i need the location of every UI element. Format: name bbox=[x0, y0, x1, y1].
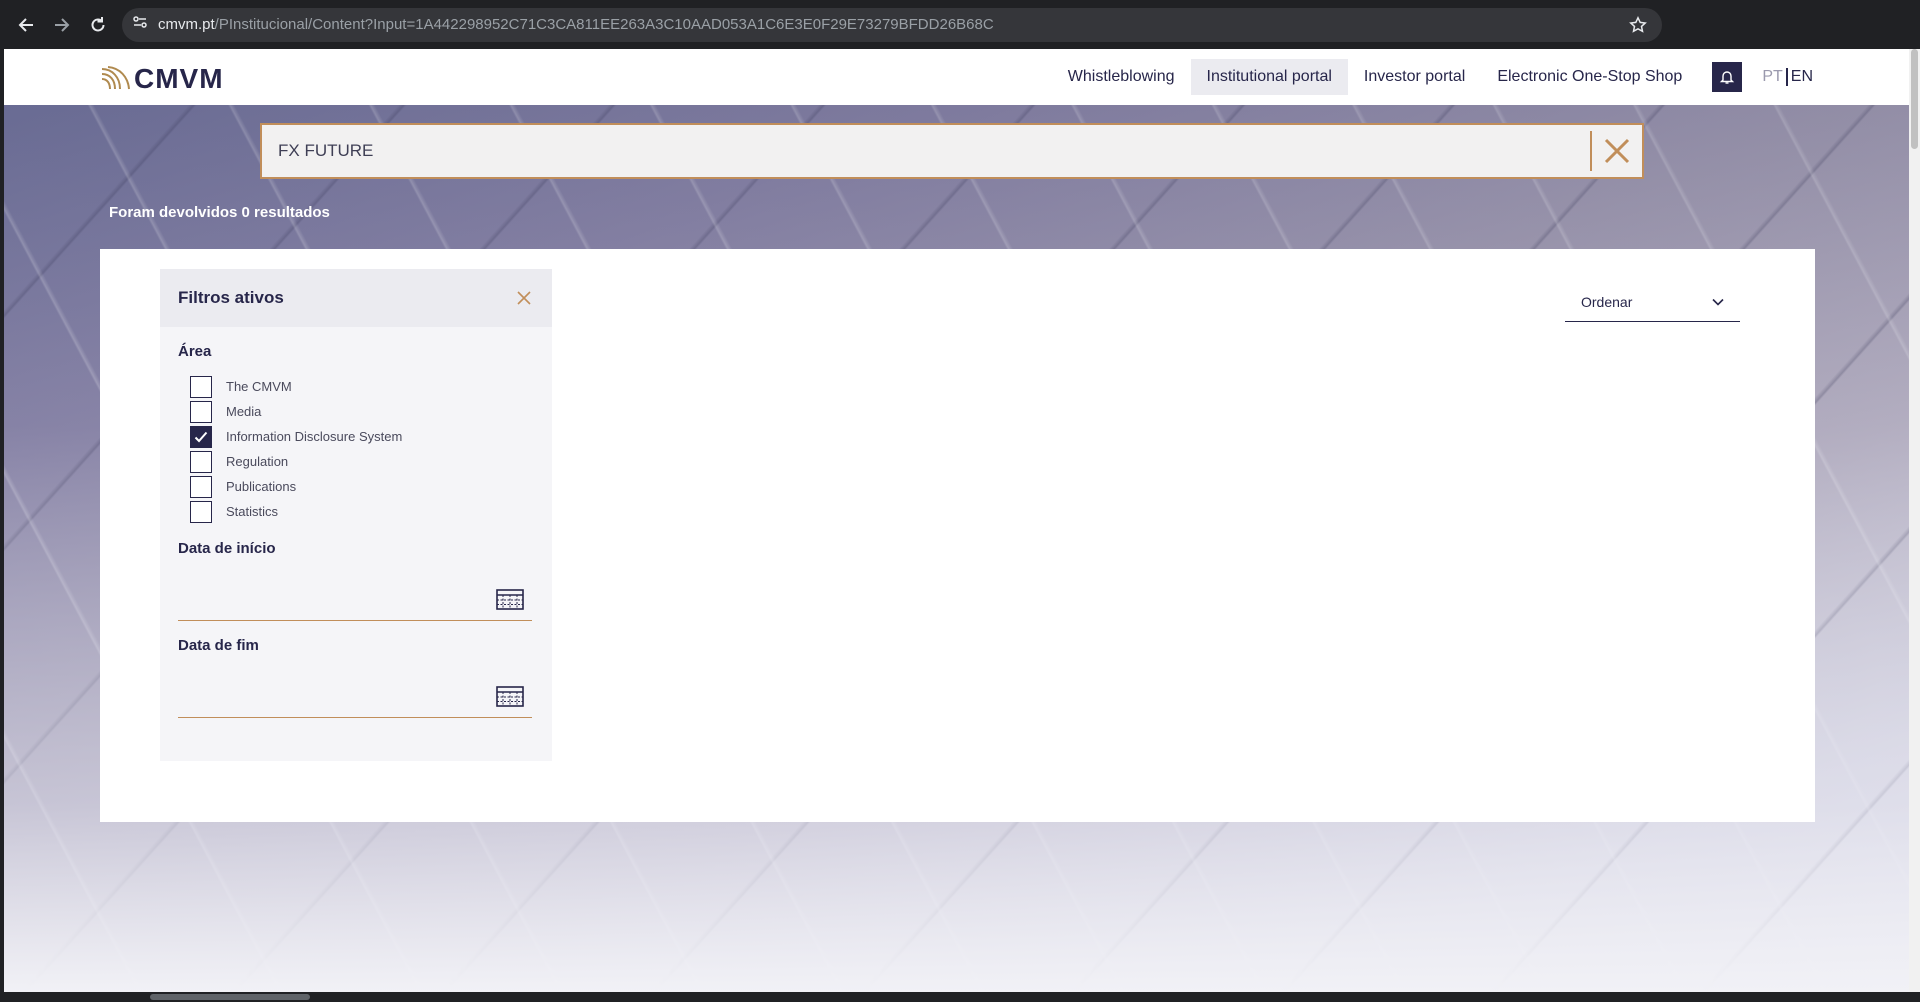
main-nav: Whistleblowing Institutional portal Inve… bbox=[1052, 49, 1813, 105]
area-option-information-disclosure-system[interactable]: Information Disclosure System bbox=[190, 424, 552, 449]
filters-title: Filtros ativos bbox=[178, 288, 284, 307]
area-checkbox-list: The CMVM Media Information Disclosure Sy… bbox=[190, 374, 552, 524]
cmvm-logo[interactable]: CMVM bbox=[100, 63, 224, 95]
clear-filters-close-icon[interactable] bbox=[514, 288, 534, 308]
horizontal-scrollbar[interactable] bbox=[0, 992, 1920, 1002]
checkbox[interactable] bbox=[190, 400, 212, 423]
close-icon bbox=[1604, 138, 1630, 164]
results-panel: Filtros ativos Área The CMVM Media Infor… bbox=[100, 249, 1815, 822]
start-date-label: Data de início bbox=[178, 540, 276, 557]
end-date-field[interactable] bbox=[178, 668, 532, 718]
area-option-the-cmvm[interactable]: The CMVM bbox=[190, 374, 552, 399]
logo-text: CMVM bbox=[134, 63, 224, 94]
sort-dropdown[interactable]: Ordenar bbox=[1565, 282, 1740, 322]
filters-header: Filtros ativos bbox=[160, 269, 552, 327]
search-box bbox=[260, 123, 1644, 179]
end-date-label: Data de fim bbox=[178, 637, 259, 654]
checkbox-label: The CMVM bbox=[226, 379, 292, 394]
checkbox-label: Publications bbox=[226, 479, 297, 494]
active-filters-panel: Filtros ativos Área The CMVM Media Infor… bbox=[160, 269, 552, 761]
area-option-regulation[interactable]: Regulation bbox=[190, 449, 552, 474]
sort-label: Ordenar bbox=[1581, 293, 1633, 310]
url-text: cmvm.pt/PInstitucional/Content?Input=1A4… bbox=[158, 16, 994, 33]
checkbox[interactable] bbox=[190, 500, 212, 523]
scrollbar-thumb[interactable] bbox=[1911, 49, 1918, 149]
scrollbar-thumb[interactable] bbox=[150, 994, 310, 1000]
site-info-icon[interactable] bbox=[132, 14, 148, 35]
browser-toolbar: cmvm.pt/PInstitucional/Content?Input=1A4… bbox=[0, 0, 1920, 49]
checkbox-label: Regulation bbox=[226, 454, 289, 469]
notifications-bell-icon[interactable] bbox=[1712, 62, 1743, 92]
search-input[interactable] bbox=[262, 125, 1590, 177]
nav-whistleblowing[interactable]: Whistleblowing bbox=[1052, 59, 1191, 95]
calendar-icon[interactable] bbox=[496, 588, 524, 610]
bookmark-star-icon[interactable] bbox=[1624, 15, 1652, 34]
forward-icon[interactable] bbox=[44, 7, 80, 43]
chevron-down-icon bbox=[1712, 298, 1724, 306]
checkbox-label: Statistics bbox=[226, 504, 279, 519]
nav-electronic-one-stop-shop[interactable]: Electronic One-Stop Shop bbox=[1481, 59, 1698, 95]
logo-mark-icon bbox=[101, 66, 130, 90]
lang-pt[interactable]: PT bbox=[1762, 68, 1782, 86]
checkbox-label: Media bbox=[226, 404, 262, 419]
nav-investor-portal[interactable]: Investor portal bbox=[1348, 59, 1481, 95]
lang-en[interactable]: EN bbox=[1791, 68, 1813, 86]
language-switcher: PT EN bbox=[1762, 68, 1813, 86]
results-count: Foram devolvidos 0 resultados bbox=[109, 204, 330, 221]
checkbox-checked[interactable] bbox=[190, 425, 212, 448]
checkbox-label: Information Disclosure System bbox=[226, 429, 403, 444]
page-content: CMVM Whistleblowing Institutional portal… bbox=[4, 49, 1909, 992]
checkbox[interactable] bbox=[190, 450, 212, 473]
area-filter-title: Área bbox=[178, 343, 212, 360]
reload-icon[interactable] bbox=[80, 7, 116, 43]
back-icon[interactable] bbox=[8, 7, 44, 43]
nav-institutional-portal[interactable]: Institutional portal bbox=[1190, 59, 1348, 95]
lang-divider bbox=[1785, 68, 1788, 86]
address-bar[interactable]: cmvm.pt/PInstitucional/Content?Input=1A4… bbox=[122, 7, 1662, 42]
checkbox[interactable] bbox=[190, 375, 212, 398]
area-option-publications[interactable]: Publications bbox=[190, 474, 552, 499]
start-date-field[interactable] bbox=[178, 571, 532, 621]
checkmark-icon bbox=[194, 431, 208, 442]
checkbox[interactable] bbox=[190, 475, 212, 498]
vertical-scrollbar[interactable] bbox=[1909, 49, 1920, 992]
site-header: CMVM Whistleblowing Institutional portal… bbox=[4, 49, 1909, 105]
area-option-statistics[interactable]: Statistics bbox=[190, 499, 552, 524]
area-option-media[interactable]: Media bbox=[190, 399, 552, 424]
clear-search-button[interactable] bbox=[1590, 131, 1642, 171]
calendar-icon[interactable] bbox=[496, 685, 524, 707]
